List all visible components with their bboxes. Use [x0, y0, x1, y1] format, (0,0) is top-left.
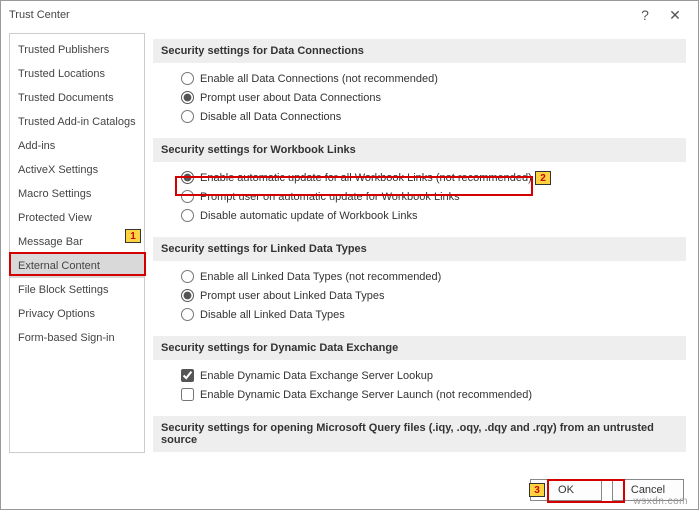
ok-button[interactable]: OK — [530, 479, 602, 501]
sidebar-item-trusted-locations[interactable]: Trusted Locations — [10, 62, 144, 86]
section-header-workbook-links: Security settings for Workbook Links — [153, 138, 686, 162]
sidebar-item-trusted-publishers[interactable]: Trusted Publishers — [10, 38, 144, 62]
watermark: wsxdn.com — [633, 496, 688, 507]
opt-dde-lookup[interactable]: Enable Dynamic Data Exchange Server Look… — [181, 366, 682, 385]
opt-dc-prompt[interactable]: Prompt user about Data Connections — [181, 88, 682, 107]
group-workbook-links: Enable automatic update for all Workbook… — [153, 162, 686, 231]
main-panel: Security settings for Data Connections E… — [153, 33, 690, 453]
opt-wl-disable[interactable]: Disable automatic update of Workbook Lin… — [181, 206, 682, 225]
sidebar-item-activex[interactable]: ActiveX Settings — [10, 158, 144, 182]
opt-ldt-enable-all[interactable]: Enable all Linked Data Types (not recomm… — [181, 267, 682, 286]
sidebar-item-macro[interactable]: Macro Settings — [10, 182, 144, 206]
sidebar-item-privacy[interactable]: Privacy Options — [10, 302, 144, 326]
section-header-data-connections: Security settings for Data Connections — [153, 39, 686, 63]
opt-wl-enable-auto[interactable]: Enable automatic update for all Workbook… — [181, 168, 682, 187]
opt-dde-launch[interactable]: Enable Dynamic Data Exchange Server Laun… — [181, 385, 682, 404]
section-header-linked-data-types: Security settings for Linked Data Types — [153, 237, 686, 261]
sidebar-item-protected-view[interactable]: Protected View — [10, 206, 144, 230]
close-icon[interactable]: ✕ — [660, 7, 690, 24]
section-header-query-files: Security settings for opening Microsoft … — [153, 416, 686, 452]
opt-ldt-disable[interactable]: Disable all Linked Data Types — [181, 305, 682, 324]
sidebar-item-external-content[interactable]: External Content — [10, 254, 144, 278]
group-data-connections: Enable all Data Connections (not recomme… — [153, 63, 686, 132]
group-dde: Enable Dynamic Data Exchange Server Look… — [153, 360, 686, 410]
sidebar-item-trusted-addin-catalogs[interactable]: Trusted Add-in Catalogs — [10, 110, 144, 134]
sidebar-item-file-block[interactable]: File Block Settings — [10, 278, 144, 302]
sidebar-item-form-signin[interactable]: Form-based Sign-in — [10, 326, 144, 350]
opt-ldt-prompt[interactable]: Prompt user about Linked Data Types — [181, 286, 682, 305]
opt-dc-enable-all[interactable]: Enable all Data Connections (not recomme… — [181, 69, 682, 88]
section-header-dde: Security settings for Dynamic Data Excha… — [153, 336, 686, 360]
help-icon[interactable]: ? — [630, 7, 660, 23]
dialog-body: Trusted Publishers Trusted Locations Tru… — [1, 29, 698, 461]
opt-dc-disable[interactable]: Disable all Data Connections — [181, 107, 682, 126]
sidebar-item-message-bar[interactable]: Message Bar — [10, 230, 144, 254]
window-title: Trust Center — [9, 9, 630, 21]
sidebar-item-addins[interactable]: Add-ins — [10, 134, 144, 158]
sidebar: Trusted Publishers Trusted Locations Tru… — [9, 33, 145, 453]
titlebar: Trust Center ? ✕ — [1, 1, 698, 29]
group-query-files: Always block the connection of untrusted… — [153, 452, 686, 453]
group-linked-data-types: Enable all Linked Data Types (not recomm… — [153, 261, 686, 330]
opt-wl-prompt[interactable]: Prompt user on automatic update for Work… — [181, 187, 682, 206]
sidebar-item-trusted-documents[interactable]: Trusted Documents — [10, 86, 144, 110]
